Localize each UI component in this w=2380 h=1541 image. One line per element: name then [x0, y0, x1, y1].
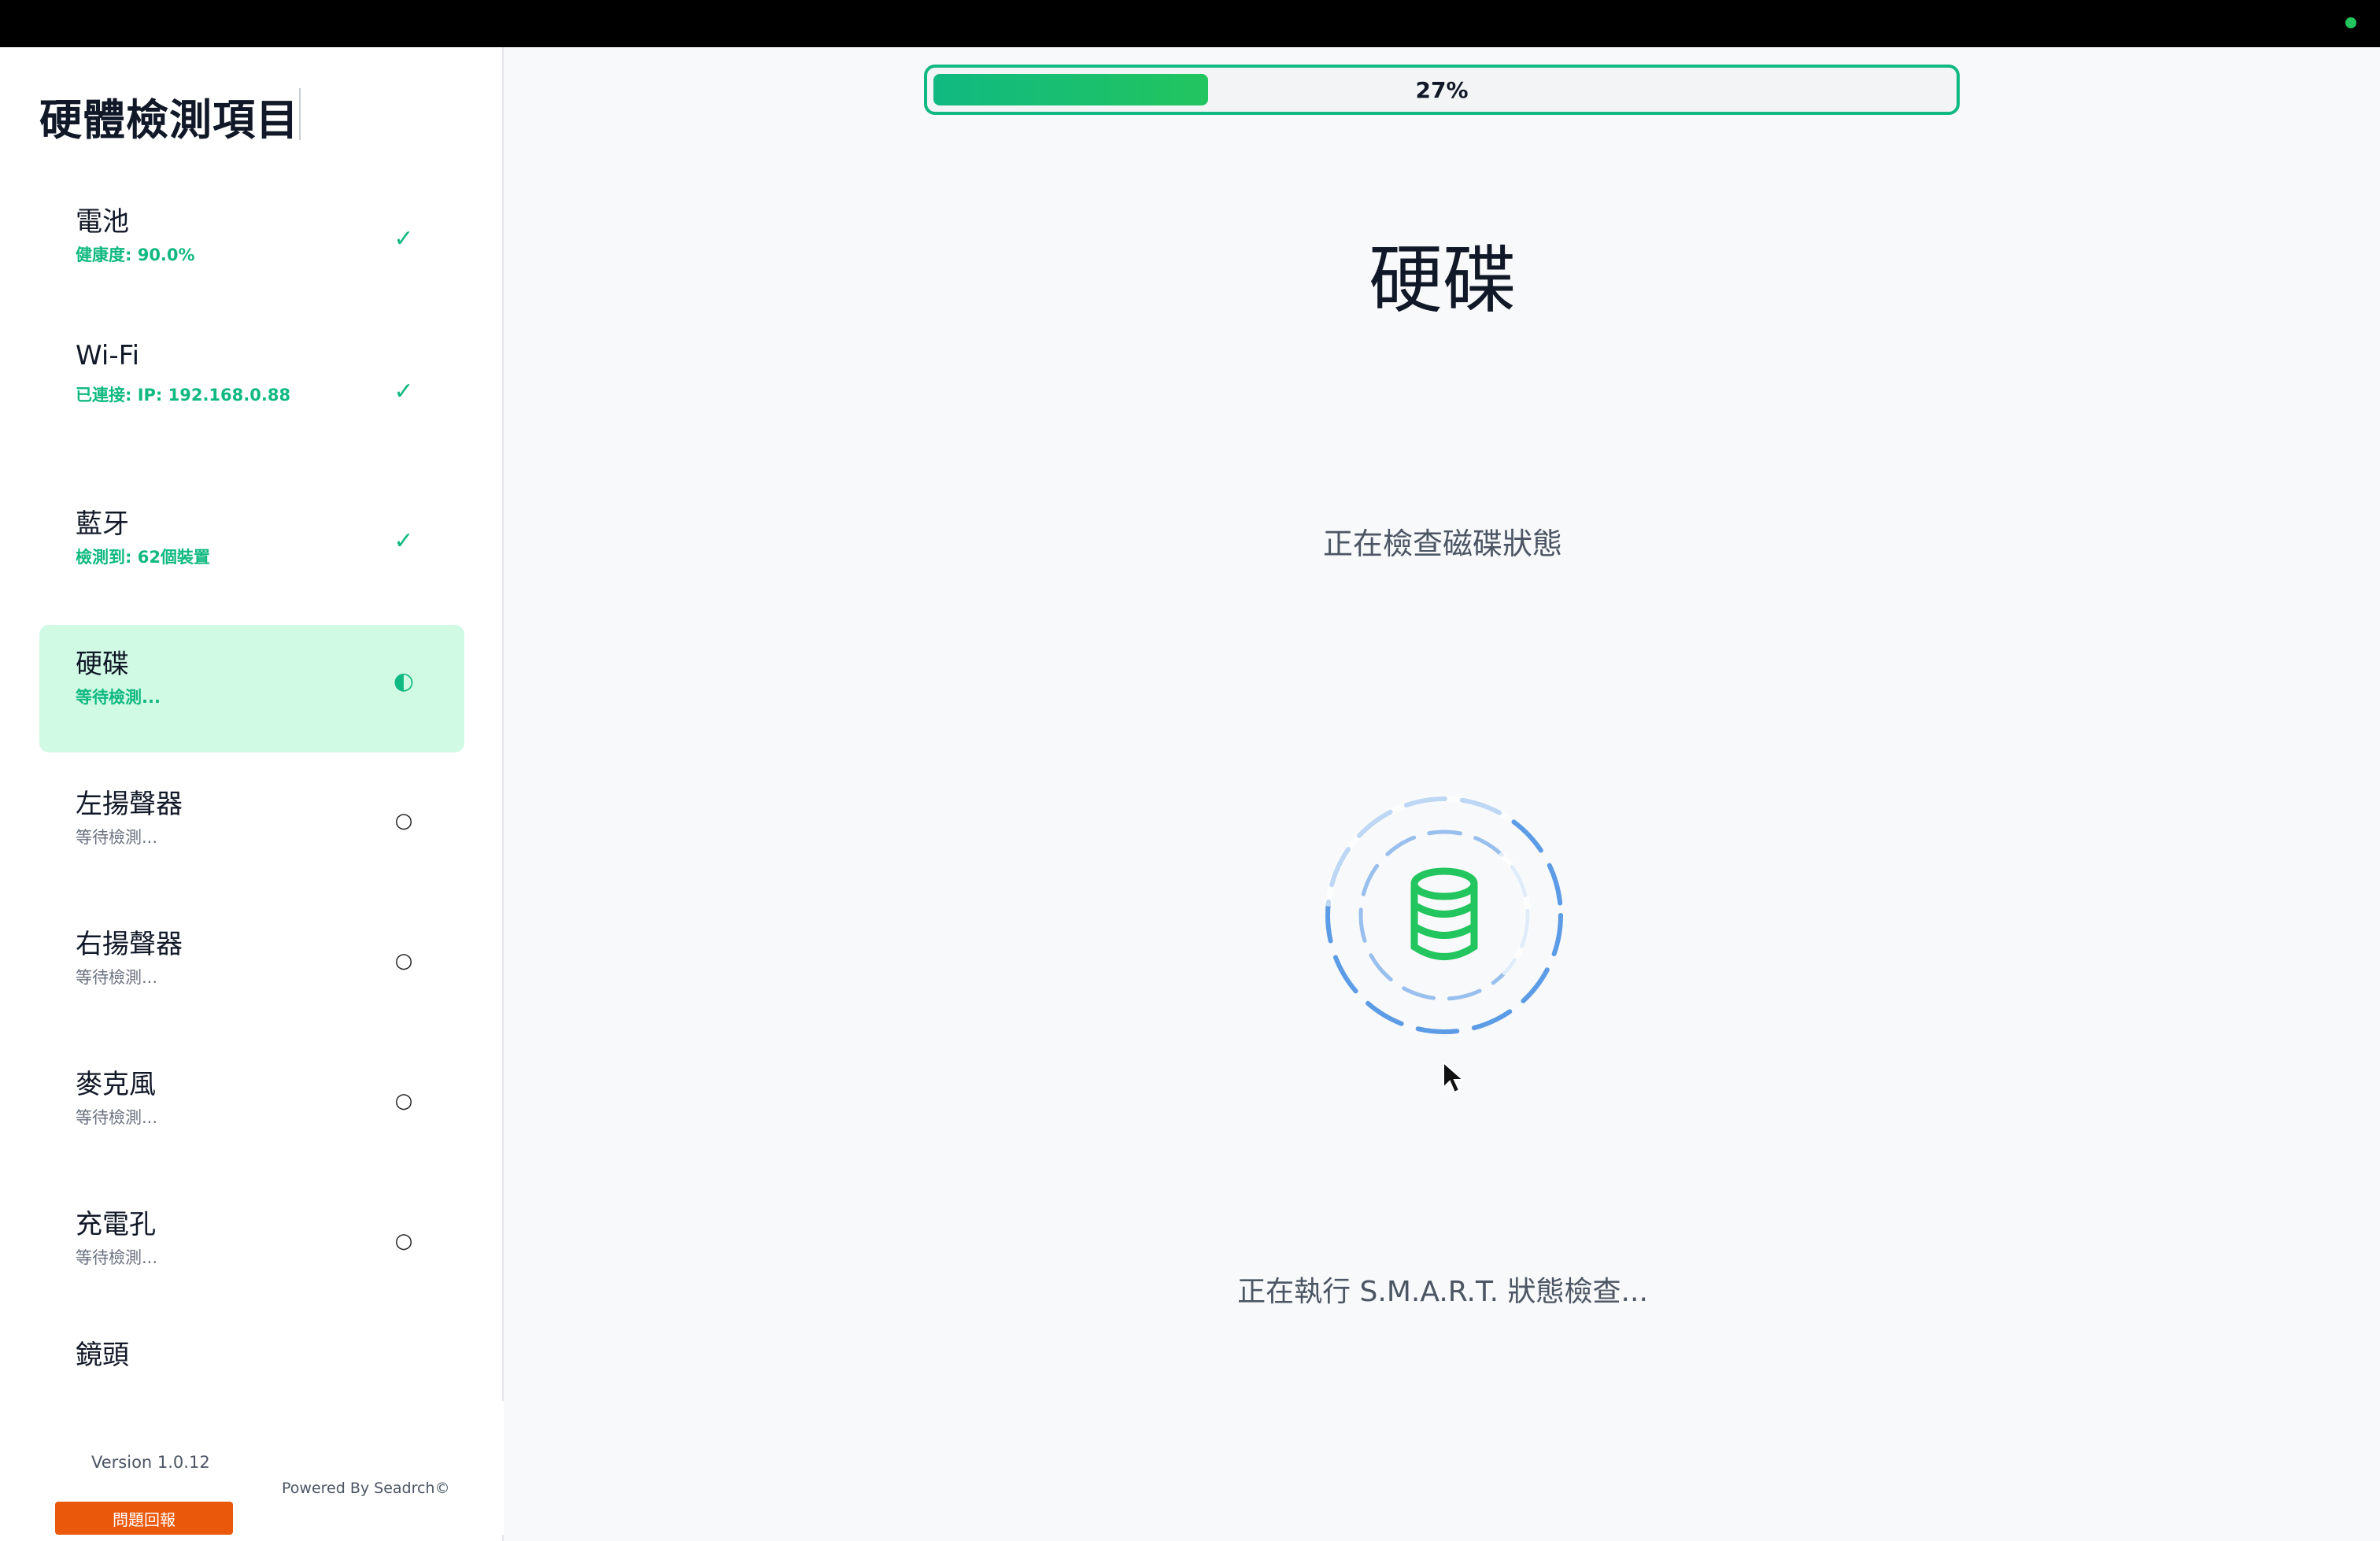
check-item-microphone[interactable]: 麥克風 等待檢測... ○	[39, 1045, 464, 1173]
sidebar-title: 硬體檢測項目	[39, 95, 299, 145]
mouse-cursor-icon	[1443, 1061, 1465, 1094]
check-item-detail: 等待檢測...	[76, 828, 158, 847]
loading-spinner	[1325, 796, 1564, 1035]
check-item-name: 硬碟	[76, 649, 129, 680]
current-check-title: 硬碟	[1368, 238, 1517, 323]
app-window: 硬體檢測項目 電池 健康度: 90.0% ✓ Wi-Fi 已連接: IP: 19…	[0, 47, 2380, 1541]
check-item-name: 鏡頭	[76, 1340, 129, 1371]
current-check-subtitle: 正在檢查磁碟狀態	[1322, 527, 1562, 561]
check-item-detail: 已連接: IP: 192.168.0.88	[76, 386, 291, 405]
database-icon	[1410, 867, 1478, 960]
check-item-name: Wi-Fi	[76, 340, 140, 371]
check-item-name: 藍牙	[76, 508, 129, 540]
check-item-detail: 等待檢測...	[76, 968, 158, 987]
check-item-bluetooth[interactable]: 藍牙 檢測到: 62個裝置 ✓	[39, 485, 464, 612]
check-done-icon: ✓	[394, 224, 414, 253]
check-item-detail: 等待檢測...	[76, 1108, 158, 1127]
powered-by-label: Powered By Seadrch©	[282, 1480, 450, 1497]
check-item-wifi[interactable]: Wi-Fi 已連接: IP: 192.168.0.88 ✓	[39, 323, 464, 472]
check-item-camera[interactable]: 鏡頭	[39, 1325, 464, 1371]
check-item-name: 左揚聲器	[76, 789, 183, 820]
check-item-name: 麥克風	[76, 1069, 156, 1100]
check-pending-icon: ○	[394, 1089, 413, 1113]
check-pending-icon: ○	[394, 809, 413, 833]
check-item-detail: 檢測到: 62個裝置	[76, 548, 210, 567]
sidebar-footer: Version 1.0.12 Powered By Seadrch© 問題回報	[0, 1401, 504, 1535]
progress-bar: 27%	[924, 65, 1960, 115]
menu-bar	[0, 0, 2380, 47]
report-issue-button[interactable]: 問題回報	[55, 1502, 233, 1535]
check-pending-icon: ○	[394, 949, 413, 973]
check-in-progress-icon: ◐	[393, 667, 415, 695]
check-done-icon: ✓	[394, 377, 414, 405]
progress-label: 27%	[1415, 76, 1469, 103]
check-item-detail: 等待檢測...	[76, 1248, 158, 1267]
check-item-battery[interactable]: 電池 健康度: 90.0% ✓	[39, 183, 464, 310]
check-item-name: 右揚聲器	[76, 929, 183, 960]
check-item-detail: 健康度: 90.0%	[76, 246, 195, 264]
check-item-list: 電池 健康度: 90.0% ✓ Wi-Fi 已連接: IP: 192.168.0…	[39, 183, 464, 1402]
text-caret	[299, 88, 301, 140]
check-item-name: 電池	[76, 206, 129, 238]
check-item-disk[interactable]: 硬碟 等待檢測... ◐	[39, 625, 464, 752]
main-panel: 27% 硬碟 正在檢查磁碟狀態 正在執行 S.M.A.R.T. 狀態檢查...	[505, 47, 2380, 1541]
check-item-charging-port[interactable]: 充電孔 等待檢測... ○	[39, 1185, 464, 1313]
check-pending-icon: ○	[394, 1229, 413, 1253]
check-item-left-speaker[interactable]: 左揚聲器 等待檢測... ○	[39, 765, 464, 892]
sidebar: 硬體檢測項目 電池 健康度: 90.0% ✓ Wi-Fi 已連接: IP: 19…	[0, 47, 504, 1541]
status-indicator-icon	[2345, 17, 2356, 28]
current-check-status: 正在執行 S.M.A.R.T. 狀態檢查...	[1237, 1276, 1648, 1308]
version-label: Version 1.0.12	[91, 1453, 210, 1472]
check-item-right-speaker[interactable]: 右揚聲器 等待檢測... ○	[39, 905, 464, 1033]
check-item-name: 充電孔	[76, 1209, 156, 1240]
check-done-icon: ✓	[394, 527, 414, 555]
check-item-detail: 等待檢測...	[76, 688, 161, 707]
